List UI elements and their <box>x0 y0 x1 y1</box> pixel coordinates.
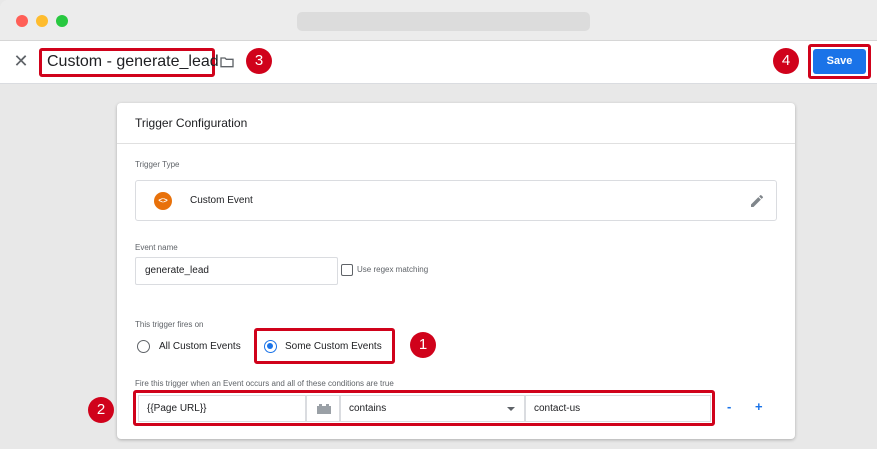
trigger-type-label: Trigger Type <box>135 160 180 169</box>
regex-checkbox[interactable] <box>341 264 353 276</box>
annotation-badge-2: 2 <box>88 397 114 423</box>
close-window-button[interactable] <box>16 15 28 27</box>
annotation-badge-1: 1 <box>410 332 436 358</box>
condition-label: Fire this trigger when an Event occurs a… <box>135 379 394 388</box>
annotation-badge-3: 3 <box>246 48 272 74</box>
add-condition-button[interactable]: + <box>755 399 763 414</box>
minimize-window-button[interactable] <box>36 15 48 27</box>
some-custom-events-label[interactable]: Some Custom Events <box>285 341 382 352</box>
event-name-input[interactable]: generate_lead <box>135 257 338 285</box>
some-custom-events-radio[interactable] <box>264 340 277 353</box>
variable-picker-icon[interactable] <box>306 395 340 422</box>
annotation-badge-4: 4 <box>773 48 799 74</box>
remove-condition-button[interactable]: - <box>727 399 731 414</box>
trigger-configuration-card: Trigger Configuration Trigger Type <> Cu… <box>117 103 795 439</box>
address-bar[interactable] <box>297 12 590 31</box>
condition-operator-select[interactable]: contains <box>340 395 525 422</box>
event-name-label: Event name <box>135 243 178 252</box>
pencil-icon[interactable] <box>749 193 765 209</box>
maximize-window-button[interactable] <box>56 15 68 27</box>
close-icon[interactable]: ✕ <box>12 51 30 71</box>
editor-toolbar: ✕ Custom - generate_lead 3 4 Save <box>0 41 877 84</box>
fires-on-label: This trigger fires on <box>135 320 204 329</box>
card-title: Trigger Configuration <box>135 116 248 130</box>
chevron-down-icon[interactable] <box>507 407 515 411</box>
custom-event-icon: <> <box>154 192 172 210</box>
all-custom-events-radio[interactable] <box>137 340 150 353</box>
regex-label: Use regex matching <box>357 265 429 274</box>
condition-variable-select[interactable]: {{Page URL}} <box>138 395 306 422</box>
folder-icon[interactable] <box>219 54 235 70</box>
trigger-type-selector[interactable]: <> Custom Event <box>135 180 777 221</box>
all-custom-events-label[interactable]: All Custom Events <box>159 341 241 352</box>
window-titlebar <box>0 0 877 41</box>
save-button[interactable]: Save <box>813 49 866 74</box>
trigger-name-title[interactable]: Custom - generate_lead <box>47 51 219 73</box>
trigger-type-name: Custom Event <box>190 195 253 206</box>
divider <box>117 143 795 144</box>
condition-value-input[interactable]: contact-us <box>525 395 711 422</box>
